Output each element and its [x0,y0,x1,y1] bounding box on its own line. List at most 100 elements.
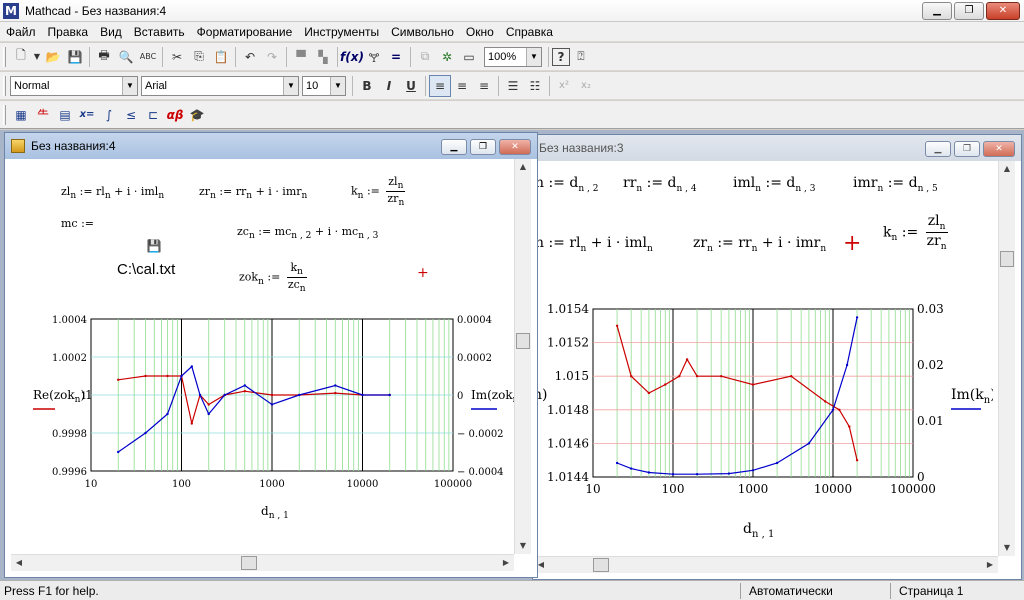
document-window-3[interactable]: Без названия:3 ▁ ❐ ✕ n := dn , 2 rrn := … [532,134,1022,580]
calculate-icon[interactable]: = [385,46,407,68]
close-button[interactable]: ✕ [983,141,1015,157]
document-titlebar[interactable]: Без названия:4 ▁ ❐ ✕ [5,133,537,159]
menu-format[interactable]: Форматирование [191,25,299,39]
new-document-icon[interactable]: 🗋 [10,46,32,68]
menu-insert[interactable]: Вставить [128,25,191,39]
chevron-down-icon[interactable]: ▼ [526,47,541,66]
numbered-list-icon[interactable]: ☷ [524,75,546,97]
toolbar-grip[interactable] [3,75,6,96]
file-read-disk-icon[interactable]: 💾 [143,235,165,257]
scroll-down-icon[interactable]: ▼ [515,538,531,554]
zoom-select[interactable]: 100% ▼ [484,46,542,67]
font-size-select[interactable]: 10 ▼ [302,75,346,96]
close-button[interactable]: ✕ [986,2,1020,20]
menu-window[interactable]: Окно [460,25,500,39]
align-right-icon[interactable]: ≡ [473,75,495,97]
menu-edit[interactable]: Правка [42,25,95,39]
worksheet-3[interactable]: n := dn , 2 rrn := dn , 4 imln := dn , 3… [533,161,1015,573]
menu-file[interactable]: Файл [0,25,42,39]
scroll-up-icon[interactable]: ▲ [515,159,531,175]
scroll-thumb[interactable] [516,333,530,349]
close-button[interactable]: ✕ [499,139,531,155]
context-help-icon[interactable]: ⍰ [570,46,592,68]
paste-icon[interactable]: 📋 [210,46,232,68]
copy-icon[interactable]: ⎘ [188,46,210,68]
restore-button[interactable]: ❐ [954,2,984,20]
document-window-4[interactable]: Без названия:4 ▁ ❐ ✕ zln := rln + i · im… [4,132,538,578]
greek-icon[interactable]: αβ [164,104,186,126]
matrix-icon[interactable]: ▤ [54,104,76,126]
y-tick-label: 1.0144 [547,470,589,484]
graph-icon[interactable]: ⺧ [32,104,54,126]
horizontal-scrollbar[interactable]: ◀ ▶ [11,554,514,571]
scroll-thumb[interactable] [241,556,257,570]
redo-icon[interactable]: ↷ [261,46,283,68]
open-folder-icon[interactable]: 📂 [42,46,64,68]
underline-button[interactable]: U [400,75,422,97]
save-icon[interactable]: 💾 [64,46,86,68]
chevron-down-icon[interactable]: ▼ [122,76,137,95]
horizontal-scrollbar[interactable]: ◀ ▶ [533,556,998,573]
print-icon[interactable]: 🖶 [93,46,115,68]
scroll-left-icon[interactable]: ◀ [11,555,27,571]
bold-button[interactable]: B [356,75,378,97]
minimize-button[interactable]: ▁ [441,139,467,155]
scroll-right-icon[interactable]: ▶ [498,555,514,571]
spell-check-icon[interactable]: ABC [137,46,159,68]
document-titlebar[interactable]: Без названия:3 ▁ ❐ ✕ [533,135,1021,161]
y2-tick-label: 0.03 [917,302,944,316]
restore-button[interactable]: ❐ [954,141,980,157]
evaluation-icon[interactable]: x= [76,104,98,126]
align-left-icon[interactable]: ≡ [429,74,451,97]
menu-tools[interactable]: Инструменты [298,25,385,39]
subscript-icon[interactable]: x₂ [575,75,597,97]
italic-button[interactable]: I [378,75,400,97]
undo-icon[interactable]: ↶ [239,46,261,68]
help-icon[interactable]: ? [552,47,570,66]
menu-symbolics[interactable]: Символьно [385,25,460,39]
scroll-up-icon[interactable]: ▲ [999,161,1015,177]
chevron-down-icon[interactable]: ▼ [330,76,345,95]
font-select[interactable]: Arial ▼ [141,75,299,96]
x-tick-label: 100000 [434,479,472,490]
chevron-down-icon[interactable]: ▼ [32,46,42,68]
scroll-thumb[interactable] [1000,251,1014,267]
scroll-right-icon[interactable]: ▶ [982,557,998,573]
menu-help[interactable]: Справка [500,25,559,39]
boolean-icon[interactable]: ≤ [120,104,142,126]
chart-k[interactable]: 1.0154 1.0152 1.015 1.0148 1.0146 1.0144 0.03… [533,301,993,551]
chevron-down-icon[interactable]: ▼ [283,76,298,95]
toolbar-grip[interactable] [3,104,6,125]
align-top-icon[interactable]: ▀ [290,46,312,68]
print-preview-icon[interactable]: 🔍 [115,46,137,68]
minimize-button[interactable]: ▁ [925,141,951,157]
scroll-down-icon[interactable]: ▼ [999,540,1015,556]
style-select[interactable]: Normal ▼ [10,75,138,96]
y-axis-label: Re(zokn)1 [33,388,93,405]
superscript-icon[interactable]: x² [553,75,575,97]
bullet-list-icon[interactable]: ☰ [502,75,524,97]
region-icon[interactable]: ▭ [458,46,480,68]
calculus-icon[interactable]: ∫ [98,104,120,126]
component-icon[interactable]: ⧉ [414,46,436,68]
insert-unit-icon[interactable]: 🝖 [363,46,385,68]
data-point [166,374,169,378]
vertical-scrollbar[interactable]: ▲ ▼ [998,161,1015,556]
data-point [630,467,633,470]
programming-icon[interactable]: ⊏ [142,104,164,126]
chart-zok[interactable]: 1.00041.000210.99980.9996 0.00040.00020−… [11,309,517,529]
worksheet-4[interactable]: zln := rln + i · imln zrn := rrn + i · i… [11,159,531,571]
symbolic-icon[interactable]: 🎓 [186,104,208,126]
restore-button[interactable]: ❐ [470,139,496,155]
toolbar-grip[interactable] [3,46,6,67]
align-down-icon[interactable]: ▚ [312,46,334,68]
insert-function-icon[interactable]: f(x) [340,46,364,68]
minimize-button[interactable]: ▁ [922,2,952,20]
cut-icon[interactable]: ✂ [166,46,188,68]
align-center-icon[interactable]: ≡ [451,75,473,97]
resource-icon[interactable]: ✲ [436,46,458,68]
scroll-thumb[interactable] [593,558,609,572]
calculator-icon[interactable]: ▦ [10,104,32,126]
menu-view[interactable]: Вид [94,25,128,39]
vertical-scrollbar[interactable]: ▲ ▼ [514,159,531,554]
